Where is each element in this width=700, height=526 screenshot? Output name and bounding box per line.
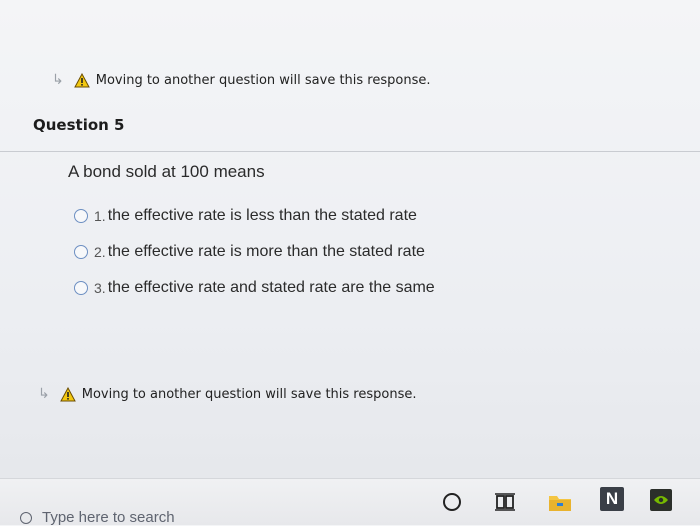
- answer-option-1[interactable]: 1. the effective rate is less than the s…: [74, 198, 435, 234]
- radio-button[interactable]: [74, 209, 88, 223]
- arrow-icon: ↳: [38, 386, 50, 402]
- arrow-icon: ↳: [52, 72, 64, 88]
- option-label: the effective rate is less than the stat…: [107, 207, 417, 224]
- search-icon: [20, 511, 32, 524]
- option-number: 3.: [94, 280, 106, 296]
- question-title: Question 5: [33, 116, 125, 134]
- windows-taskbar: Type here to search N: [0, 478, 700, 526]
- option-label: the effective rate is more than the stat…: [107, 243, 425, 260]
- save-warning-top: ↳ Moving to another question will save t…: [52, 72, 430, 88]
- search-placeholder: Type here to search: [42, 509, 175, 526]
- taskbar-search[interactable]: Type here to search: [20, 509, 175, 526]
- question-header: Question 5: [0, 108, 700, 152]
- cortana-icon[interactable]: [443, 493, 461, 511]
- question-text: A bond sold at 100 means: [68, 162, 265, 181]
- save-warning-text: Moving to another question will save thi…: [81, 386, 417, 402]
- nvidia-eye-icon: [654, 496, 668, 504]
- option-number: 2.: [94, 244, 106, 260]
- save-warning-bottom: ↳ Moving to another question will save t…: [38, 386, 416, 402]
- task-view-icon[interactable]: [494, 491, 516, 513]
- radio-button[interactable]: [74, 245, 88, 259]
- warning-icon: [59, 386, 76, 401]
- answer-option-2[interactable]: 2. the effective rate is more than the s…: [74, 234, 435, 270]
- nvidia-icon[interactable]: [650, 489, 672, 511]
- file-explorer-icon[interactable]: [548, 491, 572, 513]
- answer-option-3[interactable]: 3. the effective rate and stated rate ar…: [74, 270, 435, 306]
- answer-options: 1. the effective rate is less than the s…: [74, 198, 435, 306]
- option-number: 1.: [94, 208, 106, 224]
- radio-button[interactable]: [74, 281, 88, 295]
- option-label: the effective rate and stated rate are t…: [107, 279, 435, 296]
- warning-icon: [73, 72, 90, 87]
- save-warning-text: Moving to another question will save thi…: [95, 72, 431, 88]
- app-n-icon[interactable]: N: [600, 487, 624, 511]
